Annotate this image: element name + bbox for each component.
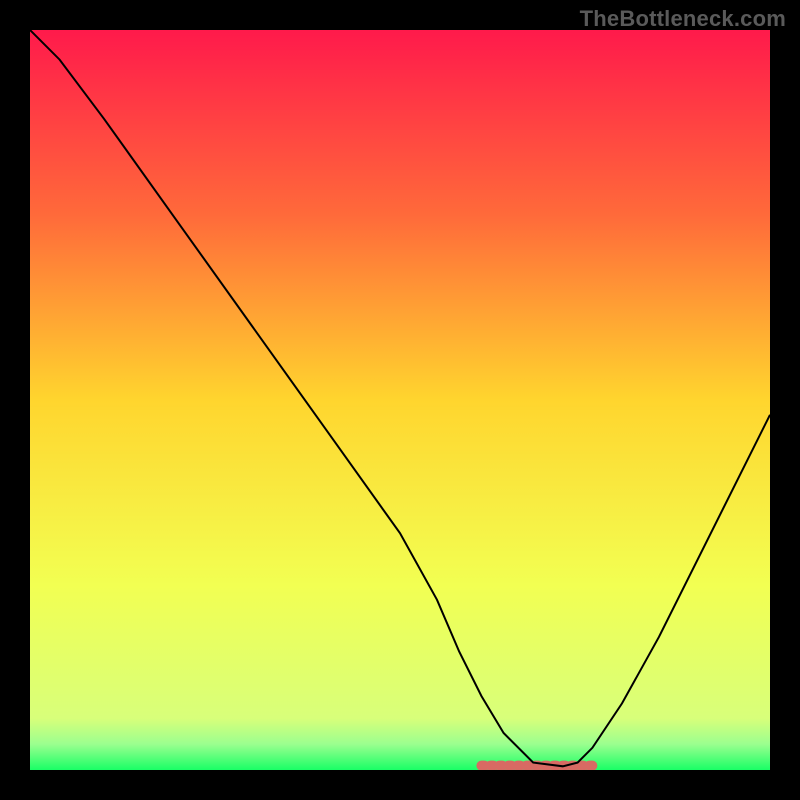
gradient-background — [30, 30, 770, 770]
chart-frame: TheBottleneck.com — [0, 0, 800, 800]
plot-area — [30, 30, 770, 770]
watermark-text: TheBottleneck.com — [580, 6, 786, 32]
plot-svg — [30, 30, 770, 770]
